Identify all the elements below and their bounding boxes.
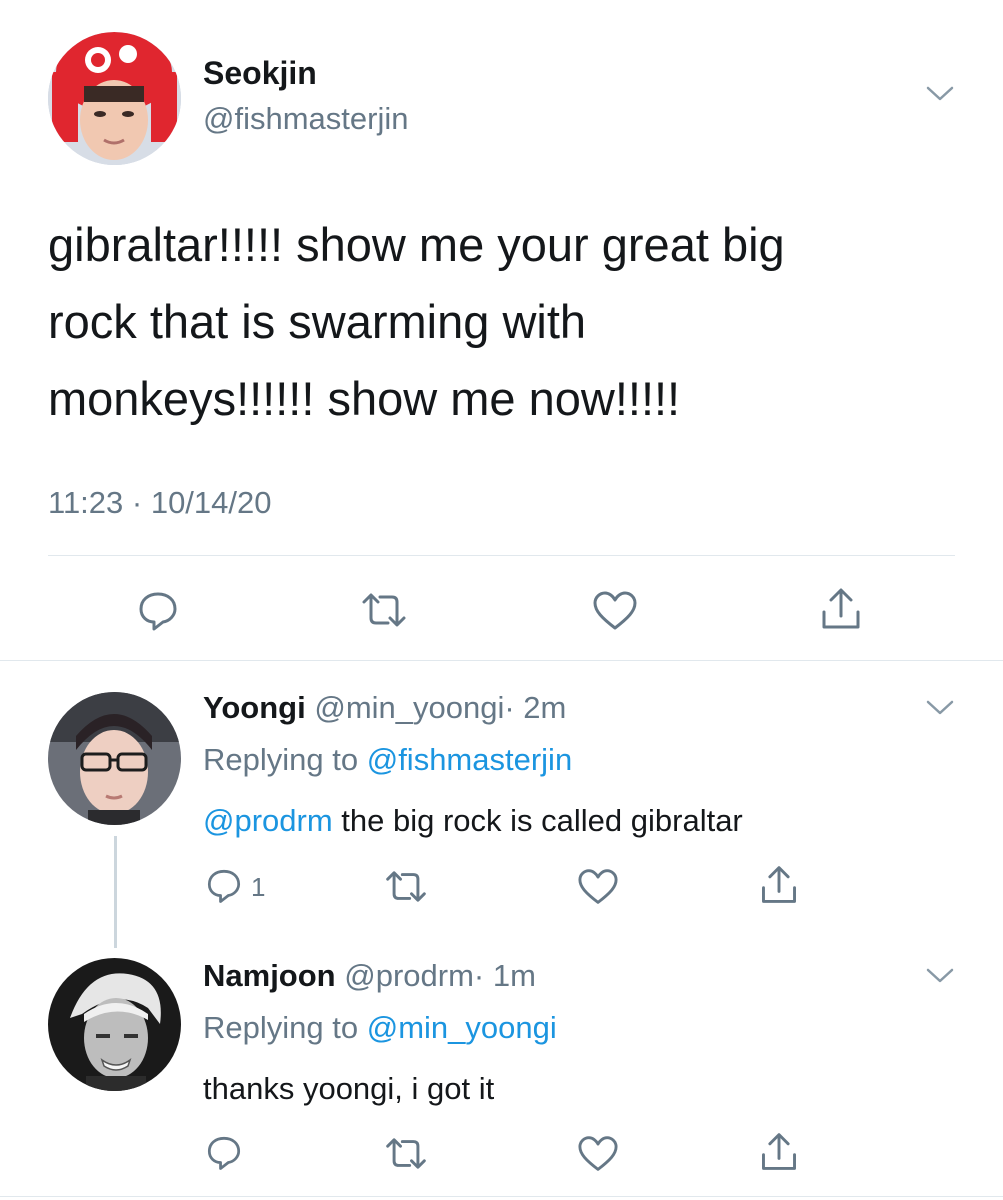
share-icon[interactable] xyxy=(818,586,864,632)
retweet-icon[interactable] xyxy=(384,868,428,905)
divider xyxy=(0,1196,1003,1197)
replying-to-prefix: Replying to xyxy=(203,1010,359,1045)
replying-to-link[interactable]: @fishmasterjin xyxy=(367,742,572,777)
like-icon[interactable] xyxy=(592,590,638,632)
reply-text: @prodrm the big rock is called gibraltar xyxy=(203,803,743,839)
share-icon[interactable] xyxy=(758,864,800,906)
yoongi-avatar[interactable] xyxy=(48,692,181,825)
seokjin-avatar[interactable] xyxy=(48,32,181,165)
retweet-icon[interactable] xyxy=(360,590,408,630)
divider xyxy=(0,660,1003,661)
like-icon[interactable] xyxy=(577,868,619,906)
reply-author-handle[interactable]: @min_yoongi xyxy=(314,690,504,725)
divider xyxy=(48,555,955,556)
share-icon[interactable] xyxy=(758,1131,800,1173)
tweet-text-line: gibraltar!!!!! show me your great big xyxy=(48,218,785,271)
author-display-name[interactable]: Seokjin xyxy=(203,55,317,92)
chevron-down-icon[interactable] xyxy=(925,698,955,718)
reply-author-name[interactable]: Namjoon xyxy=(203,958,336,993)
replying-to: Replying to @fishmasterjin xyxy=(203,742,572,778)
thread-connector xyxy=(114,836,117,948)
replying-to-prefix: Replying to xyxy=(203,742,359,777)
namjoon-avatar[interactable] xyxy=(48,958,181,1091)
tweet-text-line: rock that is swarming with xyxy=(48,295,587,348)
reply-author-name[interactable]: Yoongi xyxy=(203,690,306,725)
reply-author-handle[interactable]: @prodrm xyxy=(344,958,474,993)
reply-text-body: the big rock is called gibraltar xyxy=(332,803,743,838)
like-icon[interactable] xyxy=(577,1135,619,1173)
reply-count: 1 xyxy=(251,872,266,902)
reply-time: · 2m xyxy=(504,690,567,725)
reply-text: thanks yoongi, i got it xyxy=(203,1071,495,1106)
mention-link[interactable]: @prodrm xyxy=(203,803,333,838)
replying-to-link[interactable]: @min_yoongi xyxy=(367,1010,557,1045)
reply-header: Yoongi @min_yoongi· 2m xyxy=(203,690,566,726)
chevron-down-icon[interactable] xyxy=(925,84,955,104)
reply-icon[interactable] xyxy=(205,1134,243,1172)
tweet-timestamp[interactable]: 11:23 · 10/14/20 xyxy=(48,485,272,521)
replying-to: Replying to @min_yoongi xyxy=(203,1010,557,1046)
chevron-down-icon[interactable] xyxy=(925,966,955,986)
reply-time: · 1m xyxy=(473,958,536,993)
reply-icon[interactable] xyxy=(136,589,180,633)
reply-header: Namjoon @prodrm· 1m xyxy=(203,958,536,994)
tweet-text: gibraltar!!!!! show me your great big ro… xyxy=(48,206,785,437)
tweet-text-line: monkeys!!!!!! show me now!!!!! xyxy=(48,372,681,425)
author-handle[interactable]: @fishmasterjin xyxy=(203,101,408,137)
retweet-icon[interactable] xyxy=(384,1135,428,1172)
reply-icon[interactable] xyxy=(205,867,243,905)
